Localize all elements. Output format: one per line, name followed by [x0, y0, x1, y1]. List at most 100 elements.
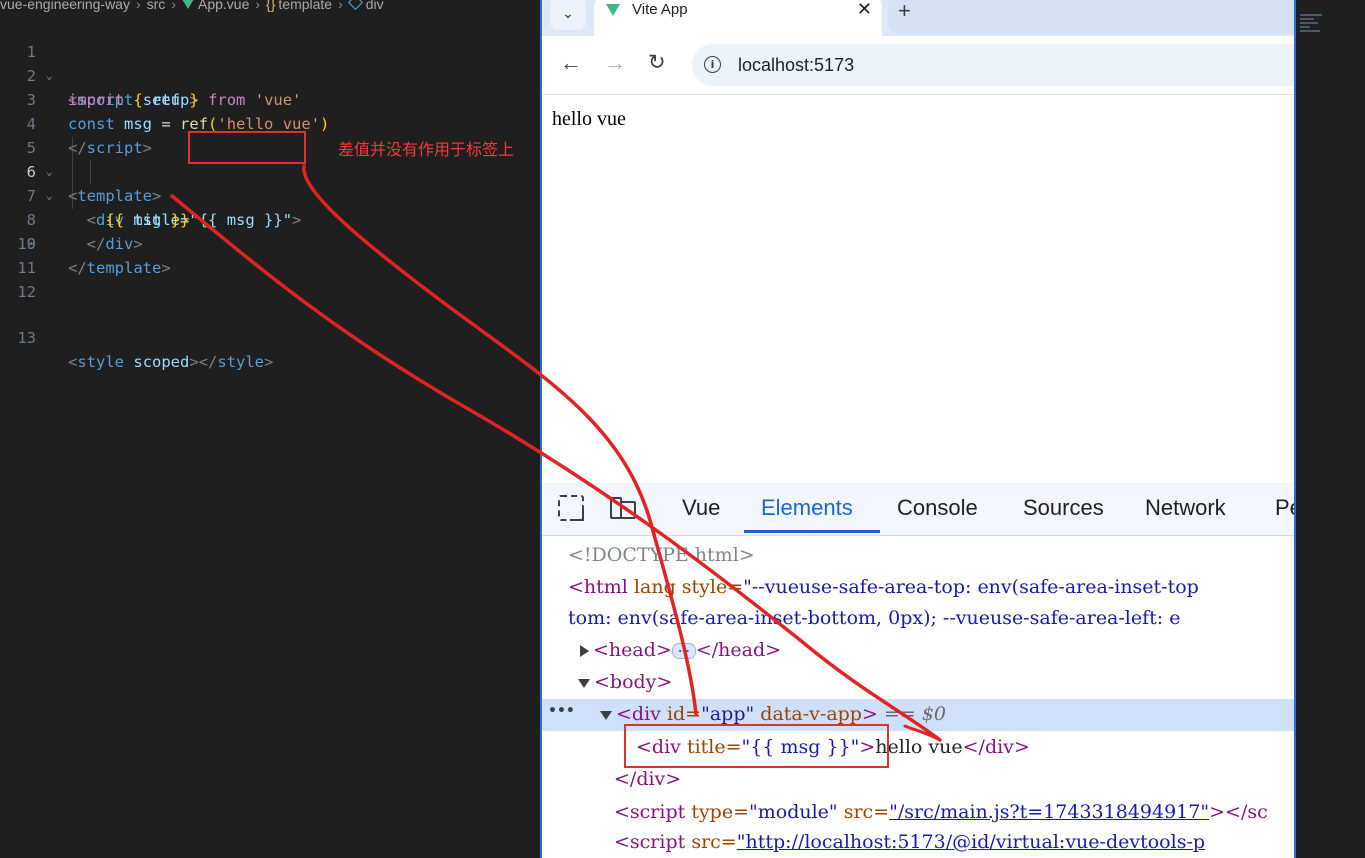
url-text[interactable]: localhost:5173	[738, 55, 854, 76]
vue-logo-icon	[606, 4, 620, 16]
token: msg	[133, 211, 162, 229]
code-line[interactable]: 3 const msg = ref('hello vue')	[0, 64, 330, 133]
dom-node-script-devtools[interactable]: <script src="http://localhost:5173/@id/v…	[614, 827, 1205, 857]
fold-chevron-icon[interactable]: ⌄	[46, 64, 53, 88]
dom-node-doctype[interactable]: <!DOCTYPE html>	[568, 540, 755, 570]
code-line[interactable]: 4 </script>	[0, 88, 152, 157]
code-line[interactable]: 5 ⌄ <template>	[0, 112, 162, 205]
breadcrumb-item-src[interactable]: src	[147, 0, 166, 12]
attr-text: type=	[691, 801, 750, 823]
attr-value: tom: env(safe-area-inset-bottom, 0px); -…	[568, 607, 1181, 629]
tab-elements[interactable]: Elements	[761, 495, 853, 521]
code-line[interactable]: 13 <style scoped></style>	[0, 302, 273, 371]
token: style	[77, 353, 125, 371]
chevron-right-icon: ›	[338, 0, 343, 12]
breadcrumb-file-label: App.vue	[197, 0, 250, 12]
token: scoped	[133, 353, 190, 371]
browser-tab-active[interactable]: Vite App ✕	[594, 0, 882, 36]
token: msg	[124, 115, 153, 133]
chevron-right-icon: ›	[171, 0, 176, 12]
attr-text: src=	[837, 801, 890, 823]
device-toolbar-icon[interactable]	[610, 495, 636, 521]
fold-chevron-icon[interactable]: ⌄	[46, 160, 53, 184]
inspect-element-icon[interactable]	[558, 495, 584, 521]
breadcrumb-item-file[interactable]: App.vue	[181, 0, 250, 12]
breadcrumb-item-project[interactable]: vue-engineering-way	[0, 0, 130, 12]
code-line[interactable]: 1 ⌄ <script setup>	[0, 16, 199, 109]
breadcrumb: vue-engineering-way › src › App.vue › {}…	[0, 0, 384, 14]
attr-text: data-v-app	[754, 703, 862, 725]
new-tab-button[interactable]: +	[898, 0, 911, 24]
tab-vue[interactable]: Vue	[682, 495, 720, 521]
breadcrumb-item-div[interactable]: div	[347, 0, 384, 12]
doctype-text: <!DOCTYPE html>	[568, 544, 755, 566]
tab-console[interactable]: Console	[897, 495, 978, 521]
attr-text: id=	[666, 703, 702, 725]
close-icon[interactable]: ✕	[857, 0, 872, 20]
braces-icon: {}	[266, 0, 276, 12]
back-arrow-icon[interactable]: ←	[560, 52, 582, 74]
dom-node-script-main[interactable]: <script type="module" src="/src/main.js?…	[614, 797, 1268, 827]
collapsed-content-badge[interactable]: …	[671, 643, 696, 659]
code-line[interactable]: 2 import { ref } from 'vue'	[0, 40, 302, 109]
site-info-icon[interactable]: i	[704, 56, 721, 73]
code-line[interactable]: 7 {{ msg }}	[0, 160, 190, 229]
reload-icon[interactable]: ↻	[648, 52, 666, 74]
address-bar[interactable]: i localhost:5173	[692, 44, 1294, 86]
breadcrumb-div-label: div	[365, 0, 384, 12]
more-options-icon[interactable]: •••	[548, 703, 575, 719]
tab-search-button[interactable]: ⌄	[550, 0, 586, 30]
fold-chevron-icon[interactable]: ⌄	[46, 184, 53, 208]
active-tab-indicator	[744, 530, 880, 533]
line-number: 11	[17, 259, 36, 277]
attr-value: "--vueuse-safe-area-top: env(safe-area-i…	[743, 576, 1199, 598]
tag-text: </head>	[695, 639, 782, 661]
devtools-toolbar: Vue Elements Console Sources Network Pe	[542, 483, 1294, 536]
attr-text: src=	[691, 831, 737, 853]
vue-file-icon	[181, 0, 194, 9]
collapse-triangle-icon[interactable]	[600, 710, 612, 720]
token: from	[208, 91, 246, 109]
code-editor[interactable]: vue-engineering-way › src › App.vue › {}…	[0, 0, 540, 858]
breadcrumb-template-label: template	[278, 0, 333, 12]
tab-performance[interactable]: Pe	[1275, 495, 1294, 521]
chevron-down-icon: ⌄	[562, 4, 574, 21]
code-line[interactable]: 9 </template>	[0, 208, 171, 277]
tab-sources[interactable]: Sources	[1023, 495, 1104, 521]
devtools-panel: Vue Elements Console Sources Network Pe …	[542, 483, 1294, 858]
dom-node-html[interactable]: <html lang style="--vueuse-safe-area-top…	[568, 572, 1199, 602]
browser-toolbar: ← → ↻ i localhost:5173	[542, 36, 1294, 95]
annotation-highlight-box	[188, 131, 306, 164]
expand-triangle-icon[interactable]	[580, 645, 589, 657]
tag-text: ></sc	[1209, 801, 1268, 823]
tag-text: <html	[568, 576, 628, 598]
line-number: 13	[17, 329, 36, 347]
attr-value: "module"	[749, 801, 838, 823]
indent-guide	[90, 160, 91, 184]
tag-text: <body>	[594, 671, 673, 693]
annotation-note: 差值并没有作用于标签上	[338, 140, 515, 159]
dom-node-head[interactable]: <head>… </head>	[580, 635, 781, 665]
dom-node-div-close[interactable]: </div>	[614, 764, 681, 794]
code-line-active[interactable]: 6 ⌄ <div title="{{ msg }}">	[0, 136, 302, 229]
code-line[interactable]: 8 </div>	[0, 184, 143, 253]
token: }}	[170, 211, 190, 229]
attr-text: lang style=	[627, 576, 744, 598]
selected-node-ref: == $0	[877, 703, 947, 725]
dom-node-html-cont[interactable]: tom: env(safe-area-inset-bottom, 0px); -…	[568, 603, 1180, 633]
minimap[interactable]	[1300, 14, 1330, 44]
token: 'vue'	[254, 91, 302, 109]
tab-network[interactable]: Network	[1145, 495, 1226, 521]
tag-text: </div>	[614, 768, 682, 790]
dom-tree[interactable]: ••• <!DOCTYPE html> <html lang style="--…	[542, 535, 1294, 858]
script-src-link[interactable]: "http://localhost:5173/@id/virtual:vue-d…	[737, 831, 1205, 853]
dom-node-body[interactable]: <body>	[578, 667, 672, 697]
tag-text: <head>	[593, 639, 672, 661]
line-number: 12	[17, 283, 36, 301]
script-src-link[interactable]: "/src/main.js?t=1743318494917"	[889, 801, 1209, 823]
collapse-triangle-icon[interactable]	[578, 678, 590, 688]
breadcrumb-item-template[interactable]: {} template	[266, 0, 332, 12]
annotation-highlight-box	[624, 724, 889, 768]
token: script	[86, 139, 143, 157]
forward-arrow-icon[interactable]: →	[604, 52, 626, 74]
